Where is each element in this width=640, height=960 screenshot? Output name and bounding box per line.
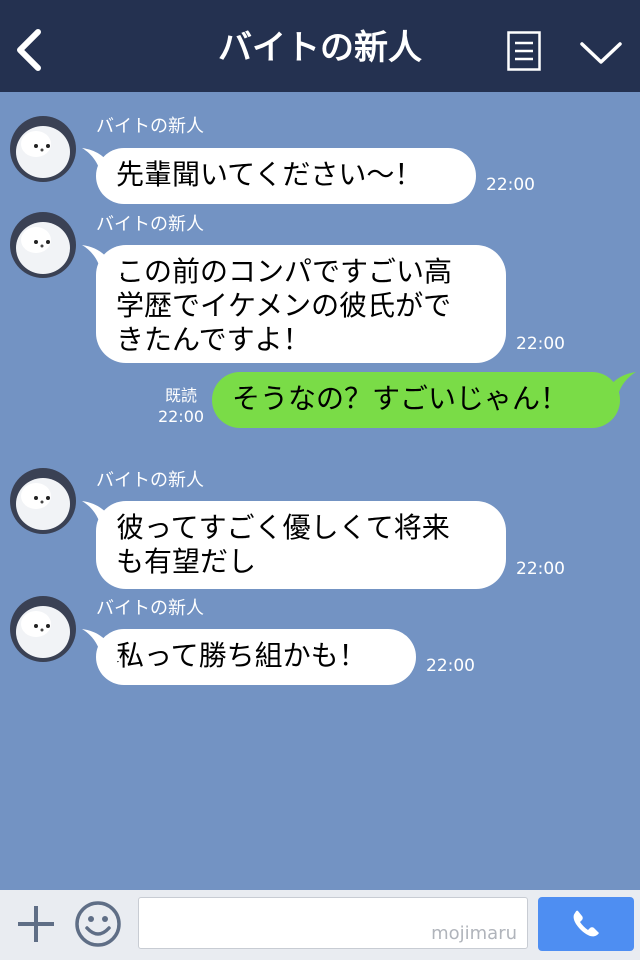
message-text: 先輩聞いてください〜！	[116, 158, 423, 191]
message-text: 私って勝ち組かも！	[116, 639, 367, 672]
menu-icon[interactable]	[507, 31, 541, 71]
sender-name: バイトの新人	[96, 214, 204, 235]
message-text-line: も有望だし	[116, 545, 257, 578]
smiley-icon[interactable]	[74, 900, 122, 948]
plus-icon[interactable]	[16, 904, 56, 944]
chat-header: バイトの新人	[0, 0, 640, 92]
avatar[interactable]	[10, 468, 76, 534]
bubble-tail	[82, 245, 122, 277]
message-input[interactable]: mojimaru	[138, 897, 528, 949]
message-text-line: この前のコンパですごい高	[116, 255, 453, 288]
incoming-message-bubble[interactable]: 先輩聞いてください〜！	[82, 148, 476, 204]
read-receipt: 既読	[164, 386, 197, 405]
phone-icon	[573, 910, 599, 937]
call-button[interactable]	[538, 897, 634, 951]
message-text: そうなの？すごいじゃん！	[232, 382, 569, 415]
sender-name: バイトの新人	[96, 598, 204, 619]
message-time: 22:00	[426, 656, 475, 676]
message-text-line: 彼ってすごく優しくて将来	[116, 511, 450, 544]
bird-avatar-icon	[10, 596, 76, 662]
avatar[interactable]	[10, 212, 76, 278]
message-time: 22:00	[486, 175, 535, 195]
bird-avatar-icon	[10, 212, 76, 278]
chat-area[interactable]: バイトの新人 先輩聞いてください〜！ 22:00 バイトの新人 この前のコンパで…	[0, 92, 640, 890]
incoming-message-bubble[interactable]: 彼ってすごく優しくて将来 も有望だし	[82, 501, 506, 589]
bubble-tail	[82, 148, 122, 180]
message-text-line: 学歴でイケメンの彼氏がで	[116, 289, 452, 322]
incoming-message-bubble[interactable]: 私って勝ち組かも！	[82, 629, 416, 685]
chevron-down-icon[interactable]	[578, 38, 624, 68]
sender-name: バイトの新人	[96, 470, 204, 491]
message-time: 22:00	[516, 334, 565, 354]
bubble-tail	[82, 501, 122, 533]
message-text-line: きたんですよ！	[116, 323, 311, 356]
incoming-message-bubble[interactable]: この前のコンパですごい高 学歴でイケメンの彼氏がで きたんですよ！	[82, 245, 506, 363]
avatar[interactable]	[10, 116, 76, 182]
chat-title: バイトの新人	[218, 28, 422, 68]
sender-name: バイトの新人	[96, 116, 204, 137]
bird-avatar-icon	[10, 116, 76, 182]
outgoing-message-bubble[interactable]: そうなの？すごいじゃん！	[212, 372, 636, 428]
bird-avatar-icon	[10, 468, 76, 534]
message-time: 22:00	[157, 407, 205, 426]
avatar[interactable]	[10, 596, 76, 662]
bubble-tail	[596, 372, 636, 404]
message-time: 22:00	[516, 559, 565, 579]
bubble-tail	[82, 629, 122, 661]
watermark-text: mojimaru	[431, 923, 517, 944]
